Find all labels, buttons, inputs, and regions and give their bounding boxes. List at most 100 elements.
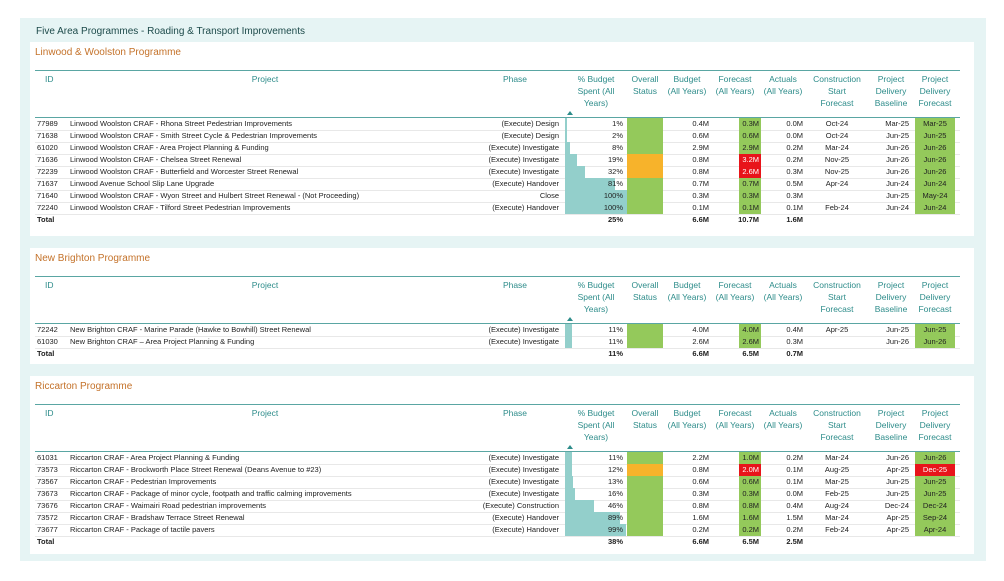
row-id: 61031 <box>37 453 58 462</box>
header-delivery-forecast[interactable]: Project Delivery Forecast <box>915 73 955 109</box>
programme-title: Riccarton Programme <box>35 381 133 392</box>
header-pct-budget-spent[interactable]: % Budget Spent (All Years) <box>565 279 627 315</box>
overall-status-indicator <box>627 488 663 500</box>
header-project[interactable]: Project <box>195 73 335 85</box>
header-actuals[interactable]: Actuals (All Years) <box>763 407 803 431</box>
header-delivery-baseline[interactable]: Project Delivery Baseline <box>869 407 913 443</box>
header-forecast[interactable]: Forecast (All Years) <box>711 73 759 97</box>
row-delivery-forecast: May-24 <box>922 191 948 200</box>
row-pct-budget-spent: 99% <box>607 525 623 534</box>
header-delivery-forecast-line: Forecast <box>918 98 952 108</box>
row-pct-budget-spent: 11% <box>608 337 623 346</box>
row-id: 73673 <box>37 489 58 498</box>
header-phase[interactable]: Phase <box>485 407 545 419</box>
header-budget[interactable]: Budget (All Years) <box>665 73 709 97</box>
header-overall-status[interactable]: Overall Status <box>627 73 663 97</box>
sort-ascending-icon[interactable] <box>567 317 573 321</box>
row-forecast: 0.2M <box>742 525 759 534</box>
row-actuals: 0.2M <box>786 155 803 164</box>
header-pct-budget-spent-line: Years) <box>583 432 609 442</box>
header-construction-start-forecast[interactable]: Construction Start Forecast <box>807 73 867 109</box>
overall-status-indicator <box>627 154 663 166</box>
row-project: Riccarton CRAF - Bradshaw Terrace Street… <box>70 513 245 522</box>
header-delivery-baseline[interactable]: Project Delivery Baseline <box>869 279 913 315</box>
header-actuals-line: Actuals <box>769 74 797 84</box>
header-actuals[interactable]: Actuals (All Years) <box>763 279 803 303</box>
row-id: 71640 <box>37 191 58 200</box>
header-construction-start-forecast[interactable]: Construction Start Forecast <box>807 279 867 315</box>
row-actuals: 0.2M <box>786 453 803 462</box>
header-budget-line: Budget <box>673 74 701 84</box>
sort-ascending-icon[interactable] <box>567 111 573 115</box>
overall-status-indicator <box>627 130 663 142</box>
header-id[interactable]: ID <box>45 407 75 419</box>
header-delivery-forecast[interactable]: Project Delivery Forecast <box>915 279 955 315</box>
row-project: Riccarton CRAF - Waimairi Road pedestria… <box>70 501 267 510</box>
row-phase: (Execute) Investigate <box>488 167 559 176</box>
header-id[interactable]: ID <box>45 73 75 85</box>
row-construction-start: Mar-24 <box>825 513 849 522</box>
row-pct-budget-spent: 11% <box>608 453 623 462</box>
header-pct-budget-spent[interactable]: % Budget Spent (All Years) <box>565 407 627 443</box>
row-id: 61030 <box>37 337 58 346</box>
row-actuals: 0.1M <box>786 465 803 474</box>
row-pct-budget-spent: 2% <box>612 131 623 140</box>
row-delivery-baseline: Jun-26 <box>886 143 909 152</box>
header-construction-start-forecast[interactable]: Construction Start Forecast <box>807 407 867 443</box>
row-delivery-forecast: Jun-26 <box>923 453 947 462</box>
header-id[interactable]: ID <box>45 279 75 291</box>
row-delivery-forecast: Jun-25 <box>923 489 947 498</box>
row-delivery-baseline: Jun-26 <box>886 155 909 164</box>
row-delivery-forecast: Jun-24 <box>923 203 947 212</box>
header-phase[interactable]: Phase <box>485 279 545 291</box>
header-delivery-forecast[interactable]: Project Delivery Forecast <box>915 407 955 443</box>
header-delivery-baseline[interactable]: Project Delivery Baseline <box>869 73 913 109</box>
row-forecast: 0.6M <box>742 477 759 486</box>
row-delivery-baseline: Dec-24 <box>884 501 909 510</box>
row-id: 72240 <box>37 203 58 212</box>
header-phase[interactable]: Phase <box>485 73 545 85</box>
overall-status-indicator <box>627 142 663 154</box>
row-delivery-baseline: Jun-25 <box>886 489 909 498</box>
header-pct-budget-spent[interactable]: % Budget Spent (All Years) <box>565 73 627 109</box>
header-overall-status-line: Status <box>632 292 658 302</box>
header-overall-status[interactable]: Overall Status <box>627 279 663 303</box>
row-project: Riccarton CRAF - Area Project Planning &… <box>70 453 240 462</box>
row-forecast: 2.6M <box>742 337 759 346</box>
header-budget[interactable]: Budget (All Years) <box>665 407 709 431</box>
total-actuals: 1.6M <box>786 215 803 224</box>
row-id: 71637 <box>37 179 58 188</box>
row-construction-start: Apr-25 <box>825 325 849 334</box>
row-phase: Close <box>539 191 559 200</box>
row-id: 77989 <box>37 119 58 128</box>
row-construction-start: Apr-24 <box>825 179 849 188</box>
total-actuals: 2.5M <box>786 537 803 546</box>
header-forecast[interactable]: Forecast (All Years) <box>711 279 759 303</box>
row-pct-budget-spent: 100% <box>603 203 623 212</box>
header-delivery-forecast-line: Delivery <box>919 292 951 302</box>
row-construction-start: Oct-24 <box>825 131 849 140</box>
row-pct-budget-spent: 12% <box>607 465 623 474</box>
overall-status-indicator <box>627 324 663 336</box>
row-budget: 4.0M <box>692 325 709 334</box>
row-actuals: 0.0M <box>786 489 803 498</box>
header-project[interactable]: Project <box>195 407 335 419</box>
header-overall-status[interactable]: Overall Status <box>627 407 663 431</box>
row-actuals: 0.0M <box>786 119 803 128</box>
row-pct-budget-spent: 19% <box>607 155 623 164</box>
header-budget[interactable]: Budget (All Years) <box>665 279 709 303</box>
header-forecast-line: Forecast <box>718 74 752 84</box>
row-budget: 0.6M <box>692 131 709 140</box>
row-construction-start: Aug-25 <box>824 465 850 474</box>
header-project[interactable]: Project <box>195 279 335 291</box>
header-construction-start-forecast-line: Start <box>828 292 846 302</box>
row-delivery-baseline: Apr-25 <box>886 465 909 474</box>
overall-status-indicator <box>627 178 663 190</box>
row-pct-budget-spent: 16% <box>607 489 623 498</box>
header-forecast[interactable]: Forecast (All Years) <box>711 407 759 431</box>
programme-panel: Riccarton Programme ID Project Phase % Budge… <box>30 376 974 554</box>
sort-ascending-icon[interactable] <box>567 445 573 449</box>
header-actuals-line: Actuals <box>769 408 797 418</box>
header-delivery-baseline-line: Delivery <box>875 86 907 96</box>
header-actuals[interactable]: Actuals (All Years) <box>763 73 803 97</box>
